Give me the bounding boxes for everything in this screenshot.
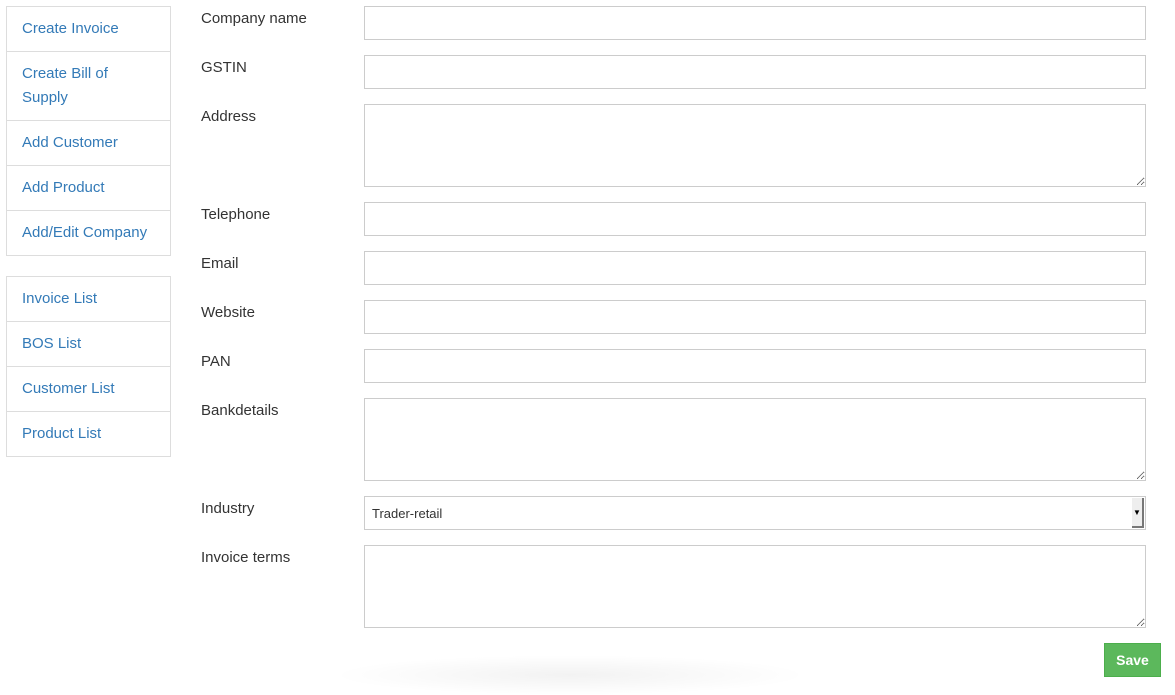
sidebar-item-add-edit-company[interactable]: Add/Edit Company — [7, 210, 170, 255]
email-input[interactable] — [364, 251, 1146, 285]
industry-label: Industry — [201, 500, 255, 517]
invoice-terms-textarea[interactable] — [364, 545, 1146, 628]
address-textarea[interactable] — [364, 104, 1146, 187]
bankdetails-label: Bankdetails — [201, 402, 279, 419]
website-input[interactable] — [364, 300, 1146, 334]
email-row: Email — [201, 251, 1147, 285]
bottom-shadow — [330, 655, 810, 695]
sidebar-item-bos-list[interactable]: BOS List — [7, 321, 170, 366]
invoice-terms-label: Invoice terms — [201, 549, 291, 566]
sidebar-item-invoice-list[interactable]: Invoice List — [7, 277, 170, 321]
website-label: Website — [201, 304, 255, 321]
website-row: Website — [201, 300, 1147, 334]
gstin-input[interactable] — [364, 55, 1146, 89]
telephone-label: Telephone — [201, 206, 271, 223]
list-menu: Invoice List BOS List Customer List Prod… — [6, 276, 171, 457]
sidebar-item-add-product[interactable]: Add Product — [7, 165, 170, 210]
sidebar-item-add-customer[interactable]: Add Customer — [7, 120, 170, 165]
address-row: Address — [201, 104, 1147, 187]
email-label: Email — [201, 255, 239, 272]
sidebar: Create Invoice Create Bill of Supply Add… — [6, 6, 171, 477]
sidebar-item-product-list[interactable]: Product List — [7, 411, 170, 456]
company-name-input[interactable] — [364, 6, 1146, 40]
company-name-label: Company name — [201, 10, 307, 27]
sidebar-item-create-bill-of-supply[interactable]: Create Bill of Supply — [7, 51, 170, 120]
gstin-row: GSTIN — [201, 55, 1147, 89]
dropdown-arrow-icon[interactable]: ▼ — [1132, 498, 1144, 528]
sidebar-item-customer-list[interactable]: Customer List — [7, 366, 170, 411]
industry-select[interactable]: Trader-retail ▼ — [364, 496, 1146, 530]
company-name-row: Company name — [201, 6, 1147, 40]
bankdetails-row: Bankdetails — [201, 398, 1147, 481]
industry-row: Industry Trader-retail ▼ — [201, 496, 1147, 530]
create-menu: Create Invoice Create Bill of Supply Add… — [6, 6, 171, 256]
pan-row: PAN — [201, 349, 1147, 383]
save-button[interactable]: Save — [1104, 643, 1161, 677]
telephone-input[interactable] — [364, 202, 1146, 236]
telephone-row: Telephone — [201, 202, 1147, 236]
gstin-label: GSTIN — [201, 59, 247, 76]
address-label: Address — [201, 108, 257, 125]
company-form: Company name GSTIN Address Telephone Ema… — [201, 6, 1147, 643]
sidebar-item-create-invoice[interactable]: Create Invoice — [7, 7, 170, 51]
industry-selected-value: Trader-retail — [372, 506, 443, 521]
invoice-terms-row: Invoice terms — [201, 545, 1147, 628]
pan-input[interactable] — [364, 349, 1146, 383]
bankdetails-textarea[interactable] — [364, 398, 1146, 481]
pan-label: PAN — [201, 353, 231, 370]
